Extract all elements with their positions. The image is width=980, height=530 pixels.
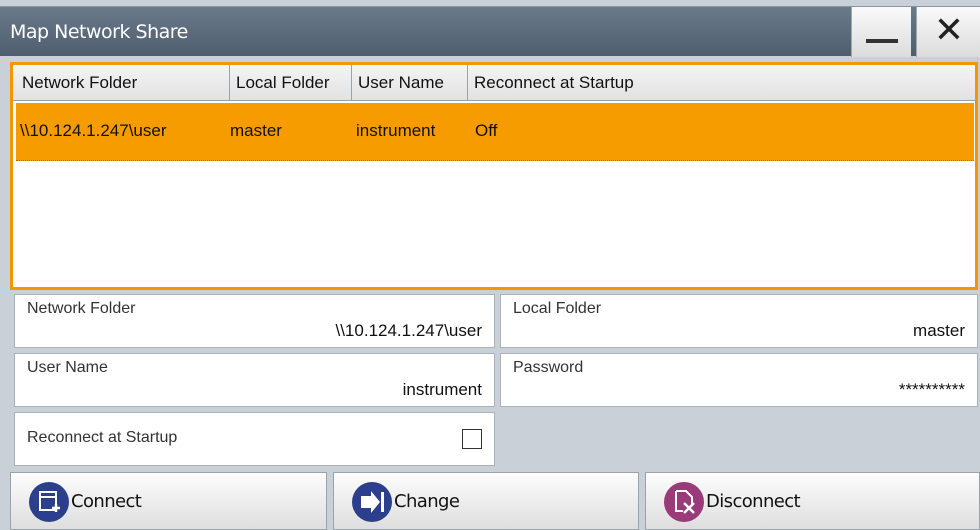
table-header: Network Folder Local Folder User Name Re… (13, 65, 975, 101)
minimize-button[interactable] (851, 7, 911, 57)
user-name-field[interactable]: User Name instrument (14, 353, 495, 407)
password-label: Password (513, 359, 584, 376)
close-icon: ✕ (933, 10, 965, 51)
connect-button[interactable]: Connect (10, 472, 327, 530)
disconnect-icon (664, 482, 704, 522)
reconnect-at-startup-field: Reconnect at Startup (14, 412, 495, 466)
column-header-network-folder[interactable]: Network Folder (16, 65, 230, 100)
change-button[interactable]: Change (333, 472, 639, 530)
cell-network-folder: \\10.124.1.247\user (20, 121, 167, 140)
network-folder-label: Network Folder (27, 300, 136, 317)
cell-local-folder: master (230, 121, 282, 140)
close-button[interactable]: ✕ (916, 7, 980, 57)
network-folder-value: \\10.124.1.247\user (335, 321, 482, 340)
cell-user-name: instrument (356, 121, 436, 140)
user-name-label: User Name (27, 359, 108, 376)
disconnect-label: Disconnect (706, 491, 801, 512)
reconnect-label: Reconnect at Startup (27, 429, 178, 446)
title-bar: Map Network Share ✕ (0, 6, 980, 57)
change-label: Change (394, 491, 460, 512)
connect-icon (29, 482, 69, 522)
network-share-table[interactable]: Network Folder Local Folder User Name Re… (10, 62, 978, 290)
network-folder-field[interactable]: Network Folder \\10.124.1.247\user (14, 294, 495, 348)
user-name-value: instrument (402, 380, 482, 399)
password-value: ********** (898, 380, 965, 399)
table-row[interactable]: \\10.124.1.247\user master instrument Of… (16, 103, 974, 161)
dialog-title: Map Network Share (10, 21, 188, 43)
connect-label: Connect (71, 491, 142, 512)
local-folder-value: master (913, 321, 965, 340)
column-header-reconnect[interactable]: Reconnect at Startup (468, 65, 975, 100)
map-network-share-dialog: Map Network Share ✕ Network Folder Local… (0, 0, 980, 530)
local-folder-field[interactable]: Local Folder master (500, 294, 978, 348)
password-field[interactable]: Password ********** (500, 353, 978, 407)
column-header-local-folder[interactable]: Local Folder (230, 65, 352, 100)
reconnect-checkbox[interactable] (462, 429, 482, 449)
local-folder-label: Local Folder (513, 300, 602, 317)
column-header-user-name[interactable]: User Name (352, 65, 468, 100)
minimize-icon (866, 39, 898, 43)
disconnect-button[interactable]: Disconnect (645, 472, 980, 530)
change-icon (352, 482, 392, 522)
cell-reconnect: Off (475, 121, 498, 140)
